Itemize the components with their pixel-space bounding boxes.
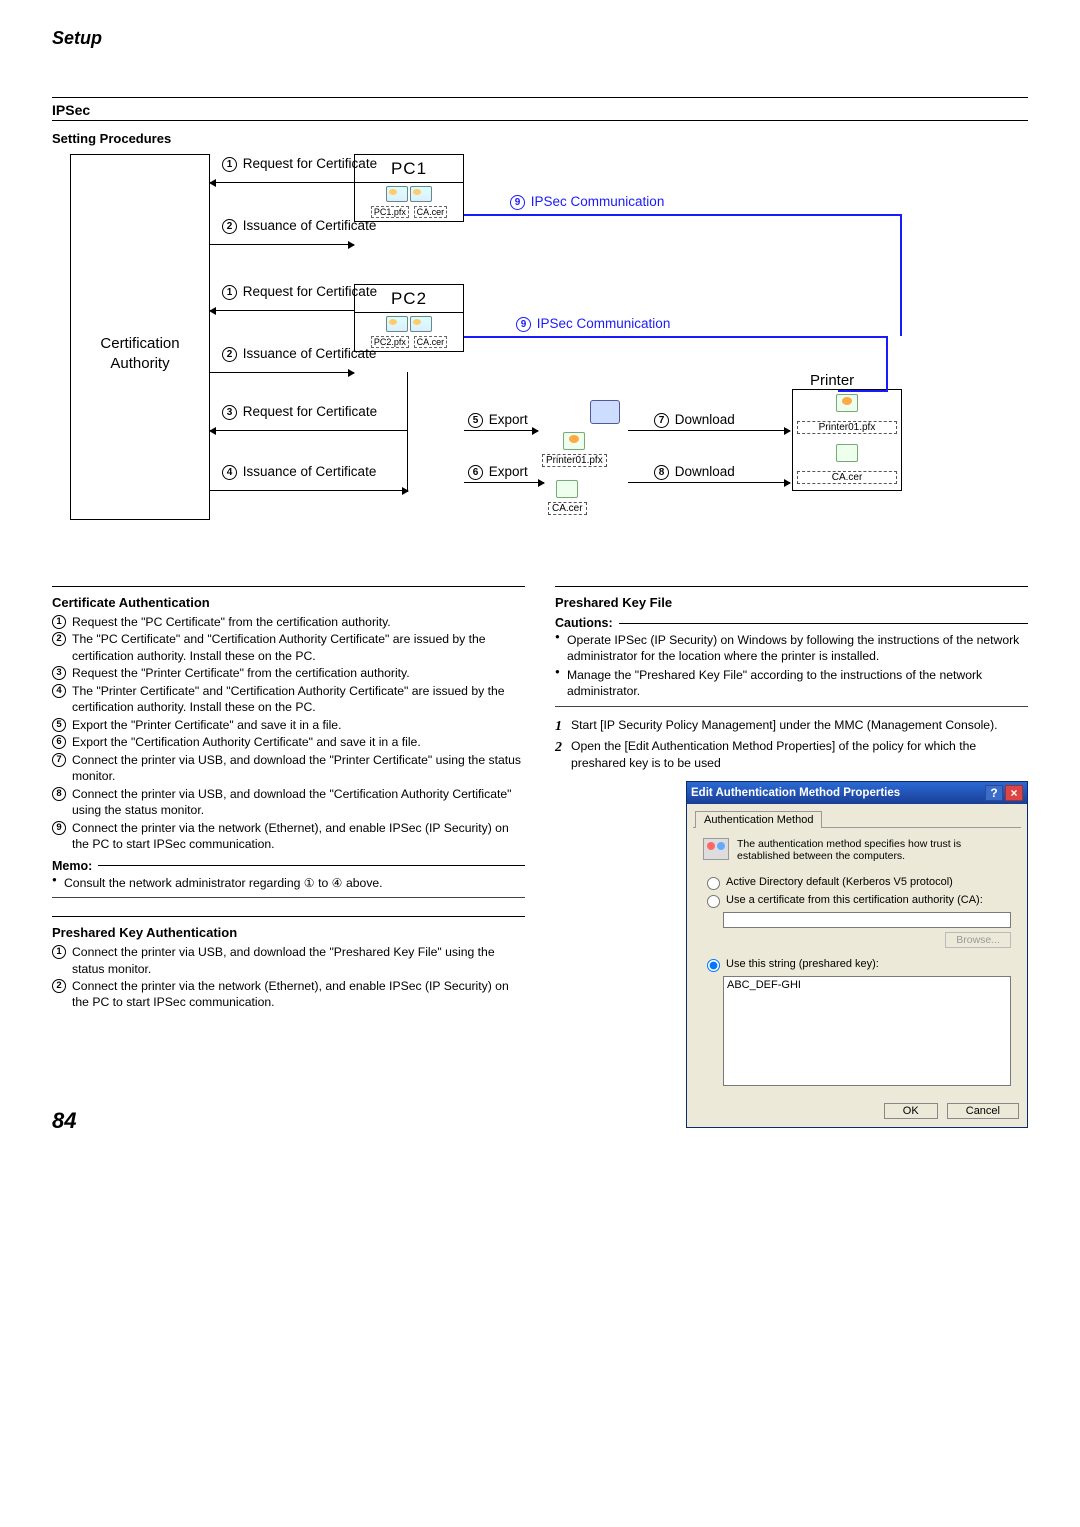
dialog-icon — [703, 838, 729, 860]
list-item: Request the "Printer Certificate" from t… — [72, 666, 410, 680]
psk-auth-list: 1Connect the printer via USB, and downlo… — [52, 944, 525, 1011]
file-label: CA.cer — [797, 471, 897, 484]
arrow-icon — [464, 430, 538, 431]
list-item: Export the "Certification Authority Cert… — [72, 735, 421, 749]
certificate-icon — [386, 186, 408, 202]
setting-procedures-heading: Setting Procedures — [52, 127, 1028, 148]
ok-button[interactable]: OK — [884, 1103, 938, 1119]
exported-file: CA.cer — [548, 480, 587, 515]
diagram-text: 3 Request for Certificate — [222, 404, 377, 420]
file-label: Printer01.pfx — [797, 421, 897, 434]
certificate-icon — [563, 432, 585, 450]
certificate-icon — [410, 186, 432, 202]
list-item: Connect the printer via the network (Eth… — [72, 979, 509, 1009]
radio-preshared[interactable]: Use this string (preshared key): — [707, 958, 1011, 972]
arrow-icon — [628, 430, 790, 431]
list-item: Connect the printer via USB, and downloa… — [72, 787, 512, 817]
cert-auth-list: 1Request the "PC Certificate" from the c… — [52, 614, 525, 853]
memo-text: Consult the network administrator regard… — [52, 875, 525, 891]
diagram-text: 6 Export — [468, 464, 528, 480]
list-item: The "Printer Certificate" and "Certifica… — [72, 684, 505, 714]
auth-method-dialog: Edit Authentication Method Properties ? … — [686, 781, 1028, 1128]
right-column: Preshared Key File Cautions: Operate IPS… — [555, 584, 1028, 1128]
printer-icon — [590, 400, 620, 424]
close-button[interactable]: × — [1005, 785, 1023, 801]
left-column: Certificate Authentication 1Request the … — [52, 584, 525, 1128]
arrow-icon — [464, 482, 544, 483]
file-label: Printer01.pfx — [542, 454, 607, 467]
psk-auth-heading: Preshared Key Authentication — [52, 925, 525, 940]
help-button[interactable]: ? — [985, 785, 1003, 801]
memo-heading: Memo: — [52, 859, 92, 873]
radio-kerberos[interactable]: Active Directory default (Kerberos V5 pr… — [707, 876, 1011, 890]
page-number: 84 — [52, 1108, 76, 1134]
diagram-text: 5 Export — [468, 412, 528, 428]
caution-item: Operate IPSec (IP Security) on Windows b… — [555, 632, 1028, 665]
browse-button[interactable]: Browse... — [945, 932, 1011, 948]
list-item: The "PC Certificate" and "Certification … — [72, 632, 486, 662]
psk-file-heading: Preshared Key File — [555, 595, 1028, 610]
arrow-icon — [210, 430, 408, 431]
list-item: Request the "PC Certificate" from the ce… — [72, 615, 391, 629]
list-item: Connect the printer via USB, and downloa… — [72, 945, 495, 975]
diagram-text: 2 Issuance of Certificate — [222, 346, 376, 362]
step-text: Start [IP Security Policy Management] un… — [571, 718, 998, 732]
dialog-titlebar: Edit Authentication Method Properties ? … — [687, 782, 1027, 804]
cautions-heading: Cautions: — [555, 616, 613, 630]
radio-certificate[interactable]: Use a certificate from this certificatio… — [707, 894, 1011, 908]
certification-authority-label: Certification Authority — [80, 334, 200, 373]
ipsec-heading: IPSec — [52, 98, 1028, 120]
certificate-icon — [556, 480, 578, 498]
certificate-icon — [410, 316, 432, 332]
arrow-icon — [210, 372, 354, 373]
diagram-text: 2 Issuance of Certificate — [222, 218, 376, 234]
cert-auth-heading: Certificate Authentication — [52, 595, 525, 610]
caution-item: Manage the "Preshared Key File" accordin… — [555, 667, 1028, 700]
printer-files-box: Printer01.pfx CA.cer — [792, 389, 902, 491]
certificate-icon — [386, 316, 408, 332]
file-label: PC1.pfx — [371, 206, 409, 218]
ipsec-diagram: Certification Authority PC1 PC1.pfx CA.c… — [52, 154, 1028, 544]
list-item: Connect the printer via USB, and downloa… — [72, 753, 521, 783]
list-item: Export the "Printer Certificate" and sav… — [72, 718, 341, 732]
diagram-text: 7 Download — [654, 412, 735, 428]
list-item: Connect the printer via the network (Eth… — [72, 821, 509, 851]
cancel-button[interactable]: Cancel — [947, 1103, 1019, 1119]
diagram-text: 8 Download — [654, 464, 735, 480]
diagram-text: 9 IPSec Communication — [516, 316, 670, 332]
file-label: CA.cer — [548, 502, 587, 515]
printer-label: Printer — [810, 372, 854, 389]
file-label: CA.cer — [414, 336, 448, 348]
arrow-icon — [628, 482, 790, 483]
diagram-text: 1 Request for Certificate — [222, 284, 377, 300]
arrow-icon — [210, 310, 354, 311]
ca-input[interactable] — [723, 912, 1011, 928]
dialog-description: The authentication method specifies how … — [737, 838, 1011, 862]
certificate-icon — [836, 444, 858, 462]
diagram-text: 1 Request for Certificate — [222, 156, 377, 172]
diagram-text: 4 Issuance of Certificate — [222, 464, 376, 480]
exported-file: Printer01.pfx — [542, 432, 607, 467]
file-label: CA.cer — [414, 206, 448, 218]
tab-auth-method[interactable]: Authentication Method — [695, 811, 822, 828]
diagram-text: 9 IPSec Communication — [510, 194, 664, 210]
arrow-icon — [210, 490, 408, 491]
dialog-title-text: Edit Authentication Method Properties — [691, 787, 900, 799]
arrow-icon — [210, 244, 354, 245]
step-text: Open the [Edit Authentication Method Pro… — [571, 739, 976, 770]
certificate-icon — [836, 394, 858, 412]
file-label: PC2.pfx — [371, 336, 409, 348]
arrow-icon — [210, 182, 354, 183]
preshared-key-input[interactable] — [723, 976, 1011, 1086]
page-title: Setup — [52, 28, 1028, 49]
